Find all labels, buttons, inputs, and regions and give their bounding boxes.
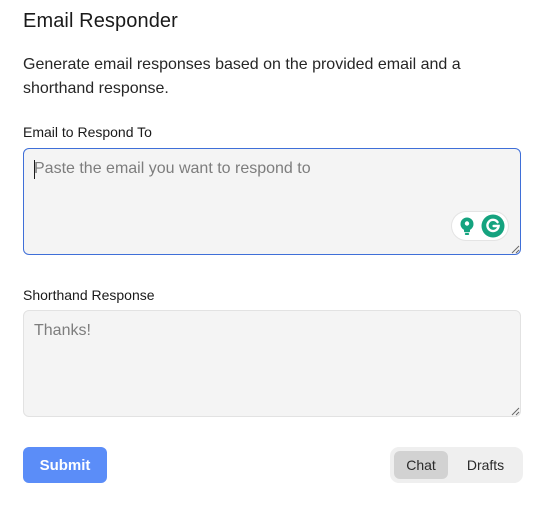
grammarly-widget[interactable] bbox=[452, 212, 508, 240]
page-title: Email Responder bbox=[23, 10, 178, 32]
email-to-respond-input[interactable] bbox=[23, 148, 521, 255]
text-caret bbox=[34, 160, 35, 179]
shorthand-field-label: Shorthand Response bbox=[23, 287, 155, 303]
grammarly-g-icon[interactable] bbox=[481, 214, 505, 238]
shorthand-response-input[interactable] bbox=[23, 310, 521, 417]
tab-drafts[interactable]: Drafts bbox=[452, 451, 519, 479]
submit-button[interactable]: Submit bbox=[23, 447, 107, 483]
tab-chat[interactable]: Chat bbox=[394, 451, 448, 479]
page-description: Generate email responses based on the pr… bbox=[23, 56, 461, 97]
lightbulb-icon[interactable] bbox=[458, 216, 476, 236]
email-field-label: Email to Respond To bbox=[23, 124, 152, 140]
view-toggle: Chat Drafts bbox=[390, 447, 523, 483]
